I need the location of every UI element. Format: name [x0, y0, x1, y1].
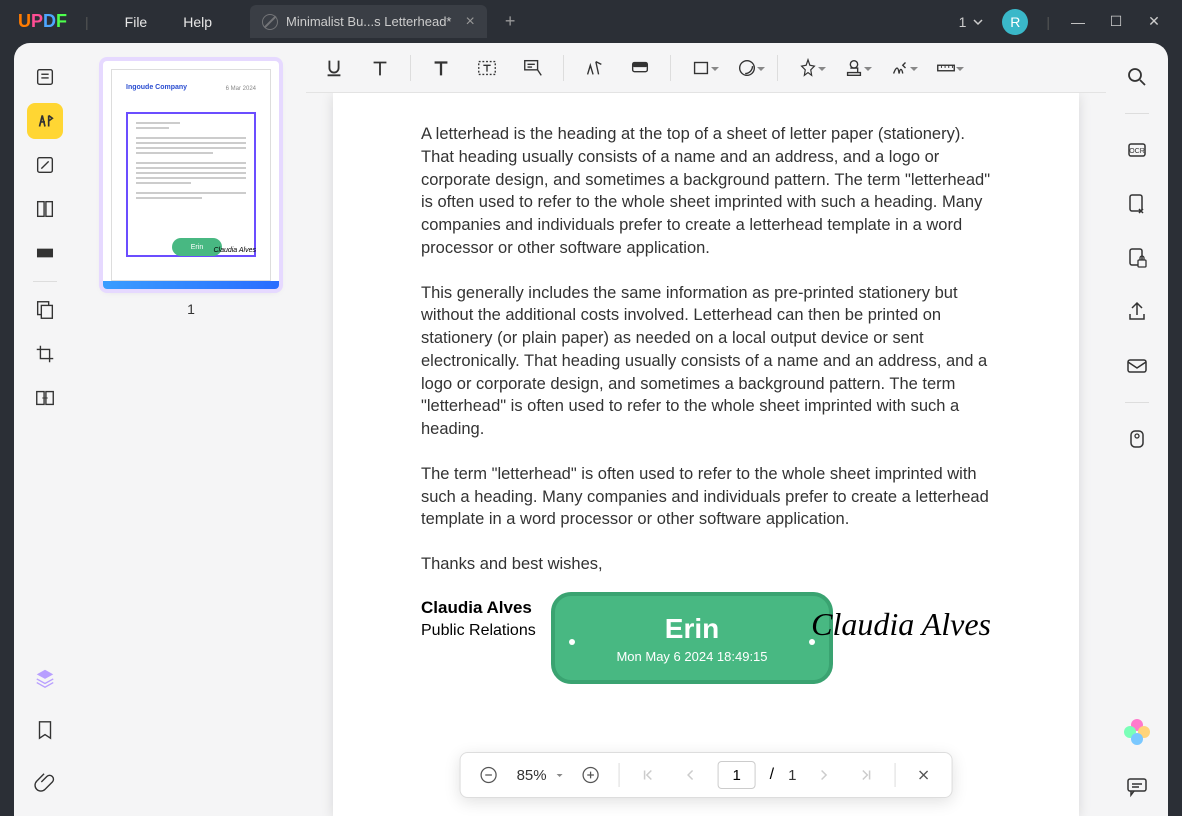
rectangle-tool[interactable]: [679, 49, 723, 87]
paragraph-1: A letterhead is the heading at the top o…: [421, 123, 991, 260]
chevron-down-icon: [972, 16, 984, 28]
share-button[interactable]: [1119, 294, 1155, 330]
prev-page-button[interactable]: [676, 761, 704, 789]
sticker-tool[interactable]: [725, 49, 769, 87]
search-button[interactable]: [1119, 59, 1155, 95]
navigation-bar: 85% / 1: [460, 752, 953, 798]
stamp-name: Erin: [665, 613, 719, 645]
annotation-toolbar: [306, 43, 1106, 93]
maximize-button[interactable]: ☐: [1106, 13, 1126, 30]
tab-icon: [262, 14, 278, 30]
textbox-tool[interactable]: [465, 49, 509, 87]
convert-button[interactable]: [1119, 186, 1155, 222]
protect-button[interactable]: [1119, 240, 1155, 276]
left-sidebar: [14, 43, 76, 816]
thumbnail-number: 1: [187, 301, 195, 317]
tab-close-button[interactable]: ×: [465, 13, 474, 31]
stamp-date: Mon May 6 2024 18:49:15: [616, 649, 767, 664]
user-avatar[interactable]: R: [1002, 9, 1028, 35]
page-separator: /: [770, 766, 774, 784]
document-tab[interactable]: Minimalist Bu...s Letterhead* ×: [250, 5, 487, 38]
paragraph-2: This generally includes the same informa…: [421, 282, 991, 441]
minimize-button[interactable]: —: [1068, 14, 1088, 30]
chat-button[interactable]: [1119, 768, 1155, 804]
compare-tool[interactable]: [27, 380, 63, 416]
underline-tool[interactable]: [312, 49, 356, 87]
close-navbar-button[interactable]: [909, 761, 937, 789]
total-pages: 1: [788, 767, 796, 784]
crop-tool[interactable]: [27, 336, 63, 372]
callout-tool[interactable]: [511, 49, 555, 87]
header-page-indicator[interactable]: 1: [959, 14, 985, 30]
email-button[interactable]: [1119, 348, 1155, 384]
last-page-button[interactable]: [852, 761, 880, 789]
ocr-button[interactable]: OCR: [1119, 132, 1155, 168]
page-input[interactable]: [718, 761, 756, 789]
close-button[interactable]: ✕: [1144, 13, 1164, 30]
app-logo: UPDF: [18, 11, 67, 32]
zoom-in-button[interactable]: [577, 761, 605, 789]
edit-tool[interactable]: [27, 147, 63, 183]
menu-help[interactable]: Help: [165, 14, 230, 30]
title-bar: UPDF | File Help Minimalist Bu...s Lette…: [0, 0, 1182, 43]
zoom-dropdown[interactable]: 85%: [517, 767, 563, 784]
paragraph-3: The term "letterhead" is often used to r…: [421, 463, 991, 531]
page-thumbnail[interactable]: Ingoude Company 6 Mar 2024 Erin Claudia …: [103, 61, 279, 289]
stamp-annotation[interactable]: Erin Mon May 6 2024 18:49:15: [551, 592, 833, 684]
stamp-tool[interactable]: [832, 49, 876, 87]
document-page: A letterhead is the heading at the top o…: [333, 93, 1079, 816]
signature-tool[interactable]: [878, 49, 922, 87]
measure-tool[interactable]: [924, 49, 968, 87]
redact-tool[interactable]: [27, 235, 63, 271]
typewriter-tool[interactable]: [419, 49, 463, 87]
right-sidebar: OCR: [1106, 43, 1168, 816]
first-page-button[interactable]: [634, 761, 662, 789]
zoom-out-button[interactable]: [475, 761, 503, 789]
document-viewport[interactable]: A letterhead is the heading at the top o…: [306, 93, 1106, 816]
pencil-tool[interactable]: [572, 49, 616, 87]
svg-text:OCR: OCR: [1129, 148, 1145, 155]
eraser-tool[interactable]: [618, 49, 662, 87]
bookmark-button[interactable]: [27, 712, 63, 748]
signature-text: Claudia Alves: [811, 606, 991, 643]
thanks-line: Thanks and best wishes,: [421, 553, 991, 576]
organize-tool[interactable]: [27, 191, 63, 227]
thumb-signature: Claudia Alves: [213, 247, 256, 254]
menu-file[interactable]: File: [107, 14, 166, 30]
ai-button[interactable]: [1119, 714, 1155, 750]
tab-title: Minimalist Bu...s Letterhead*: [286, 14, 451, 29]
layers-button[interactable]: [27, 660, 63, 696]
text-tool[interactable]: [358, 49, 402, 87]
thumb-date: 6 Mar 2024: [226, 86, 256, 92]
comment-tool[interactable]: [27, 103, 63, 139]
thumbnail-panel: Ingoude Company 6 Mar 2024 Erin Claudia …: [76, 43, 306, 816]
attachment-button[interactable]: [27, 764, 63, 800]
new-tab-button[interactable]: +: [505, 11, 516, 32]
pin-tool[interactable]: [786, 49, 830, 87]
reader-tool[interactable]: [27, 59, 63, 95]
thumb-company: Ingoude Company: [126, 84, 187, 91]
next-page-button[interactable]: [810, 761, 838, 789]
batch-button[interactable]: [1119, 421, 1155, 457]
forms-tool[interactable]: [27, 292, 63, 328]
